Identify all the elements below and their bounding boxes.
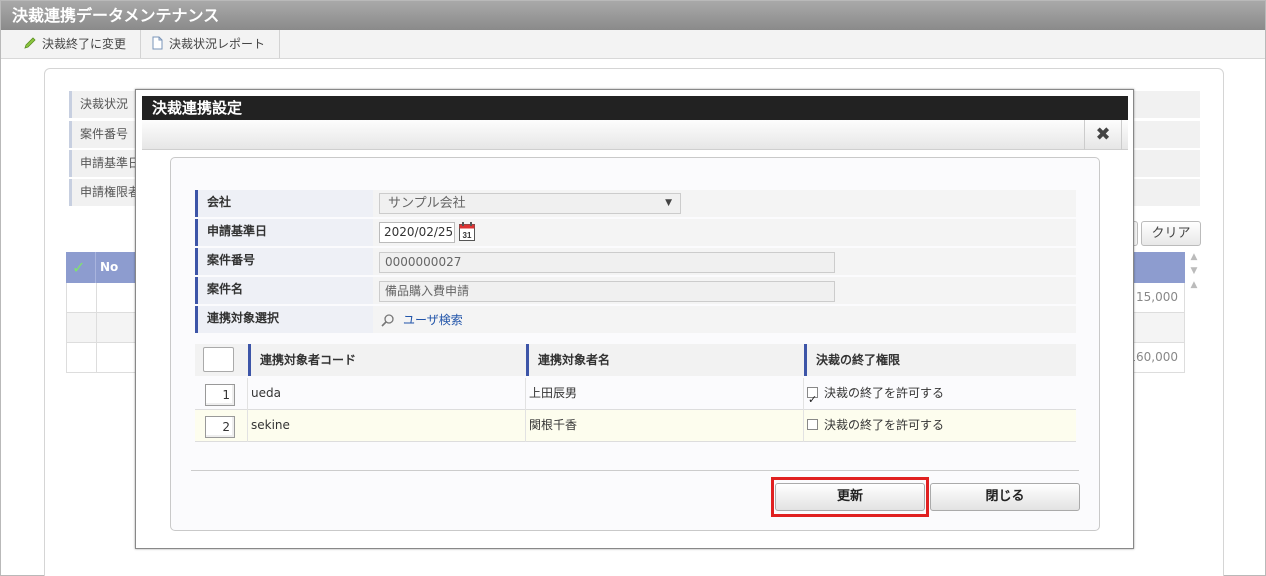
bg-field xyxy=(1130,91,1200,118)
company-value-cell: サンプル会社 ▼ xyxy=(375,190,1076,217)
pencil-icon xyxy=(24,37,36,49)
change-to-finished-label: 決裁終了に変更 xyxy=(42,37,127,51)
date-label: 申請基準日 xyxy=(195,219,373,246)
case-no-value-cell: 0000000027 xyxy=(375,248,1076,275)
table-row[interactable]: 1 ueda 上田辰男 決裁の終了を許可する xyxy=(195,378,1076,415)
calendar-icon[interactable]: 31 xyxy=(459,222,475,241)
row-permission[interactable]: 決裁の終了を許可する xyxy=(807,410,944,442)
row-cell xyxy=(67,313,97,342)
date-value-cell: 2020/02/25 31 xyxy=(375,219,1076,246)
date-input[interactable]: 2020/02/25 xyxy=(379,222,455,243)
page-title: 決裁連携データメンテナンス xyxy=(1,1,1265,30)
column-separator xyxy=(525,410,526,442)
company-select-value: サンプル会社 xyxy=(388,196,466,211)
link-settings-dialog: 決裁連携設定 ✖ 会社 サンプル会社 ▼ 申請基準日 2020/02/25 31… xyxy=(135,89,1134,549)
row-amount: 15,000 xyxy=(1136,290,1178,304)
change-to-finished-button[interactable]: 決裁終了に変更 xyxy=(15,30,141,58)
row-permission[interactable]: 決裁の終了を許可する xyxy=(807,378,945,415)
dialog-toolbar: ✖ xyxy=(142,120,1128,150)
column-separator xyxy=(803,378,804,410)
target-label: 連携対象選択 xyxy=(195,306,373,333)
status-report-button[interactable]: 決裁状況レポート xyxy=(142,30,280,58)
row-name: 上田辰男 xyxy=(529,386,578,400)
close-button[interactable]: 閉じる xyxy=(930,483,1080,511)
case-no-label: 案件番号 xyxy=(195,248,373,275)
case-name-value-cell: 備品購入費申請 xyxy=(375,277,1076,304)
chevron-down-icon: ▼ xyxy=(665,198,672,208)
case-name-label: 案件名 xyxy=(195,277,373,304)
header-permission: 決裁の終了権限 xyxy=(804,344,1076,376)
permission-label: 決裁の終了を許可する xyxy=(824,386,945,400)
form-row-date: 申請基準日 2020/02/25 31 xyxy=(195,219,1076,246)
scroll-up-icon[interactable]: ▲ xyxy=(1186,252,1202,266)
check-icon[interactable]: ✓ xyxy=(72,258,85,277)
permission-label: 決裁の終了を許可する xyxy=(824,418,945,432)
user-search-link[interactable]: ユーザ検索 xyxy=(381,311,463,328)
grid-header-no: No xyxy=(100,260,119,274)
form-row-case-name: 案件名 備品購入費申請 xyxy=(195,277,1076,304)
bg-field xyxy=(1130,179,1200,206)
dialog-title: 決裁連携設定 xyxy=(142,96,1128,120)
row-amount: 160,000 xyxy=(1128,350,1178,364)
form-row-case-no: 案件番号 0000000027 xyxy=(195,248,1076,275)
member-grid-header: 連携対象者コード 連携対象者名 決裁の終了権限 xyxy=(195,344,1076,376)
permission-checkbox[interactable] xyxy=(807,384,818,415)
row-number-input[interactable]: 1 xyxy=(205,384,235,406)
row-code: sekine xyxy=(251,418,290,432)
column-separator xyxy=(525,378,526,410)
column-separator xyxy=(803,410,804,442)
header-name: 連携対象者名 xyxy=(526,344,802,376)
divider xyxy=(191,470,1079,471)
company-label: 会社 xyxy=(195,190,373,217)
toolbar: 決裁終了に変更 決裁状況レポート xyxy=(1,30,1265,59)
calendar-day: 31 xyxy=(463,231,472,240)
user-search-label: ユーザ検索 xyxy=(403,313,463,327)
bg-field xyxy=(1130,121,1200,148)
header-code: 連携対象者コード xyxy=(248,344,524,376)
update-button[interactable]: 更新 xyxy=(775,483,925,511)
status-report-label: 決裁状況レポート xyxy=(169,37,266,51)
dialog-content: 会社 サンプル会社 ▼ 申請基準日 2020/02/25 31 案件番号 000… xyxy=(170,157,1100,531)
magnifier-icon xyxy=(381,314,394,327)
close-icon[interactable]: ✖ xyxy=(1084,120,1122,150)
column-separator xyxy=(247,410,248,442)
scrollbar[interactable]: ▲ ▼ ▲ xyxy=(1186,252,1202,572)
select-all-checkbox[interactable] xyxy=(203,347,234,372)
form-row-target: 連携対象選択 ユーザ検索 xyxy=(195,306,1076,333)
row-cell xyxy=(67,283,97,312)
scroll-down-icon[interactable]: ▼ xyxy=(1186,266,1202,280)
row-code: ueda xyxy=(251,386,281,400)
row-cell xyxy=(67,343,97,372)
row-name: 関根千香 xyxy=(529,418,578,432)
form-row-company: 会社 サンプル会社 ▼ xyxy=(195,190,1076,217)
bg-field xyxy=(1130,150,1200,177)
case-no-field: 0000000027 xyxy=(379,252,835,273)
row-number-input[interactable]: 2 xyxy=(205,416,235,438)
table-row[interactable]: 2 sekine 関根千香 決裁の終了を許可する xyxy=(195,410,1076,442)
permission-checkbox[interactable] xyxy=(807,419,818,430)
target-value-cell: ユーザ検索 xyxy=(375,306,1076,333)
clear-button[interactable]: クリア xyxy=(1141,221,1201,246)
company-select[interactable]: サンプル会社 ▼ xyxy=(379,193,681,214)
scroll-up-icon[interactable]: ▲ xyxy=(1186,280,1202,294)
document-icon xyxy=(152,36,163,50)
column-separator xyxy=(247,378,248,410)
header-separator xyxy=(95,252,96,283)
case-name-field: 備品購入費申請 xyxy=(379,281,835,302)
